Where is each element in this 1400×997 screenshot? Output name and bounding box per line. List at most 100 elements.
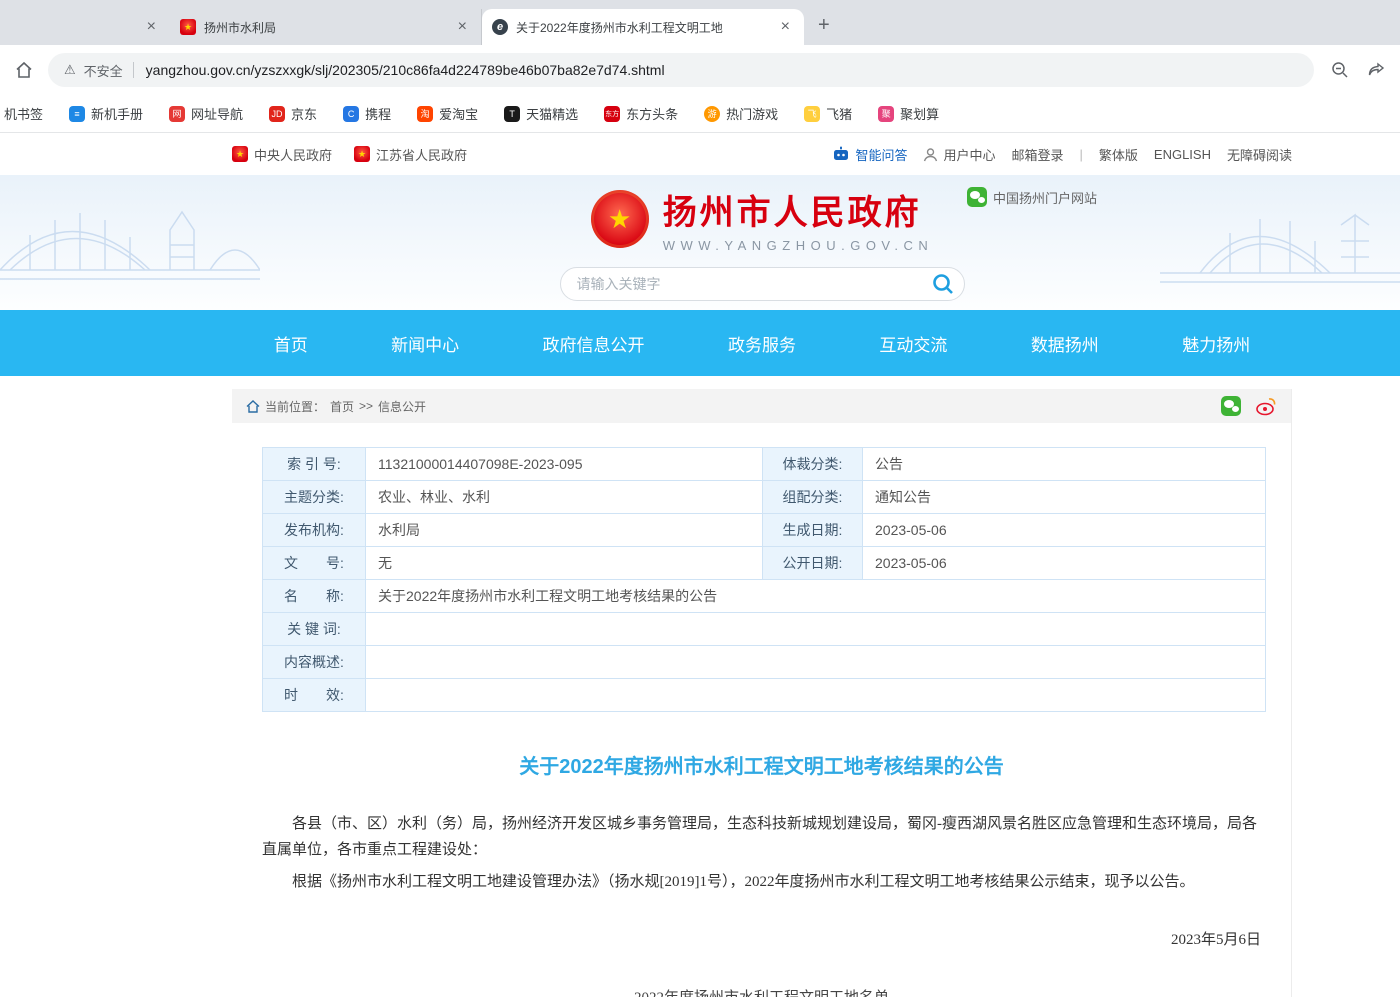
bookmark-item[interactable]: T 天猫精选 bbox=[504, 104, 578, 123]
meta-label: 内容概述: bbox=[263, 646, 366, 679]
table-row: 索 引 号: 11321000014407098E-2023-095 体裁分类:… bbox=[263, 448, 1266, 481]
portal-site-link[interactable]: 中国扬州门户网站 bbox=[967, 187, 1097, 207]
nav-news[interactable]: 新闻中心 bbox=[391, 331, 459, 356]
gov-emblem-icon: ★ bbox=[180, 19, 196, 35]
link-smart-qa[interactable]: 智能问答 bbox=[832, 145, 907, 164]
meta-label: 体裁分类: bbox=[763, 448, 863, 481]
url-text[interactable]: yangzhou.gov.cn/yzszxxgk/slj/202305/210c… bbox=[146, 62, 665, 78]
meta-value: 水利局 bbox=[366, 514, 763, 547]
meta-label: 生成日期: bbox=[763, 514, 863, 547]
meta-label: 发布机构: bbox=[263, 514, 366, 547]
meta-label: 关 键 词: bbox=[263, 613, 366, 646]
meta-label: 索 引 号: bbox=[263, 448, 366, 481]
article-date: 2023年5月6日 bbox=[232, 927, 1261, 953]
url-input[interactable]: ⚠ 不安全 yangzhou.gov.cn/yzszxxgk/slj/20230… bbox=[48, 53, 1314, 87]
meta-label: 组配分类: bbox=[763, 481, 863, 514]
jd-icon: JD bbox=[269, 106, 285, 122]
bookmark-item[interactable]: 聚 聚划算 bbox=[878, 104, 939, 123]
site-url-text: WWW.YANGZHOU.GOV.CN bbox=[663, 238, 934, 253]
site-header-banner: ★ 扬州市人民政府 WWW.YANGZHOU.GOV.CN 中国扬州门户网站 bbox=[0, 175, 1400, 310]
nav-services[interactable]: 政务服务 bbox=[728, 331, 796, 356]
meta-value: 公告 bbox=[863, 448, 1266, 481]
tab-water-bureau[interactable]: ★ 扬州市水利局 × bbox=[170, 9, 482, 45]
nav-charm[interactable]: 魅力扬州 bbox=[1182, 331, 1250, 356]
close-icon[interactable]: × bbox=[454, 17, 471, 37]
nav-home[interactable]: 首页 bbox=[274, 331, 308, 356]
bookmark-item[interactable]: 淘 爱淘宝 bbox=[417, 104, 478, 123]
bookmark-label: 京东 bbox=[291, 104, 317, 123]
robot-icon bbox=[832, 146, 850, 162]
share-weibo-icon[interactable] bbox=[1255, 395, 1277, 417]
new-tab-button[interactable]: + bbox=[818, 14, 830, 37]
breadcrumb-prefix: 当前位置： bbox=[265, 398, 325, 415]
home-icon bbox=[246, 400, 260, 413]
juhuasuan-icon: 聚 bbox=[878, 106, 894, 122]
national-emblem-icon: ★ bbox=[591, 190, 649, 248]
tab-partial[interactable]: × bbox=[0, 9, 170, 45]
link-central-gov[interactable]: ★ 中央人民政府 bbox=[232, 145, 332, 164]
document-meta-table: 索 引 号: 11321000014407098E-2023-095 体裁分类:… bbox=[262, 447, 1266, 712]
tmall-icon: T bbox=[504, 106, 520, 122]
bookmark-label: 网址导航 bbox=[191, 104, 243, 123]
util-link-label: 邮箱登录 bbox=[1011, 145, 1063, 164]
gov-link-label: 江苏省人民政府 bbox=[376, 145, 467, 164]
meta-value bbox=[366, 613, 1266, 646]
meta-label: 文 号: bbox=[263, 547, 366, 580]
zoom-out-icon[interactable] bbox=[1330, 60, 1350, 80]
link-mail-login[interactable]: 邮箱登录 bbox=[1011, 145, 1063, 164]
bookmark-item[interactable]: 东方 东方头条 bbox=[604, 104, 678, 123]
bookmark-item[interactable]: 机书签 bbox=[4, 104, 43, 123]
home-icon[interactable] bbox=[14, 60, 34, 80]
link-user-center[interactable]: 用户中心 bbox=[923, 145, 995, 164]
search-input[interactable] bbox=[560, 267, 965, 301]
breadcrumb: 当前位置： 首页 >> 信息公开 bbox=[232, 389, 1291, 423]
fliggy-icon: 飞 bbox=[804, 106, 820, 122]
nav-gov-info[interactable]: 政府信息公开 bbox=[543, 331, 645, 356]
portal-link-label: 中国扬州门户网站 bbox=[993, 188, 1097, 207]
bridge-artwork-left bbox=[0, 175, 260, 310]
search-icon[interactable] bbox=[931, 272, 955, 296]
breadcrumb-separator: >> bbox=[359, 399, 373, 413]
bookmark-item[interactable]: JD 京东 bbox=[269, 104, 317, 123]
site-favicon-icon: e bbox=[492, 19, 508, 35]
tab-active-announcement[interactable]: e 关于2022年度扬州市水利工程文明工地 × bbox=[482, 9, 804, 45]
bookmark-item[interactable]: C 携程 bbox=[343, 104, 391, 123]
security-label[interactable]: 不安全 bbox=[84, 61, 123, 80]
nav-interaction[interactable]: 互动交流 bbox=[879, 331, 947, 356]
meta-value: 关于2022年度扬州市水利工程文明工地考核结果的公告 bbox=[366, 580, 1266, 613]
bookmark-item[interactable]: 网 网址导航 bbox=[169, 104, 243, 123]
bookmark-label: 爱淘宝 bbox=[439, 104, 478, 123]
gov-emblem-icon: ★ bbox=[354, 146, 370, 162]
meta-label: 公开日期: bbox=[763, 547, 863, 580]
share-icon[interactable] bbox=[1366, 60, 1386, 80]
link-traditional-chinese[interactable]: 繁体版 bbox=[1099, 145, 1138, 164]
gov-emblem-icon: ★ bbox=[232, 146, 248, 162]
link-jiangsu-gov[interactable]: ★ 江苏省人民政府 bbox=[354, 145, 467, 164]
divider: | bbox=[1080, 147, 1083, 162]
meta-value: 无 bbox=[366, 547, 763, 580]
article-paragraph: 各县（市、区）水利（务）局，扬州经济开发区城乡事务管理局，生态科技新城规划建设局… bbox=[262, 811, 1261, 863]
meta-value: 农业、林业、水利 bbox=[366, 481, 763, 514]
table-row: 文 号: 无 公开日期: 2023-05-06 bbox=[263, 547, 1266, 580]
bookmark-label: 飞猪 bbox=[826, 104, 852, 123]
breadcrumb-home-link[interactable]: 首页 bbox=[330, 398, 354, 415]
nav-data[interactable]: 数据扬州 bbox=[1031, 331, 1099, 356]
bookmark-item[interactable]: 飞 飞猪 bbox=[804, 104, 852, 123]
meta-value bbox=[366, 679, 1266, 712]
close-icon[interactable]: × bbox=[143, 17, 160, 37]
bookmark-item[interactable]: 游 热门游戏 bbox=[704, 104, 778, 123]
meta-label: 时 效: bbox=[263, 679, 366, 712]
link-english[interactable]: ENGLISH bbox=[1154, 147, 1211, 162]
page-content: 当前位置： 首页 >> 信息公开 索 引 号: 1132100001440709… bbox=[0, 389, 1400, 997]
close-icon[interactable]: × bbox=[777, 17, 794, 37]
browser-tab-bar: × ★ 扬州市水利局 × e 关于2022年度扬州市水利工程文明工地 × + bbox=[0, 0, 1400, 45]
site-title: 扬州市人民政府 bbox=[663, 185, 934, 234]
share-wechat-icon[interactable] bbox=[1221, 396, 1241, 416]
bookmark-item[interactable]: ≡ 新机手册 bbox=[69, 104, 143, 123]
link-accessibility[interactable]: 无障碍阅读 bbox=[1227, 145, 1292, 164]
user-icon bbox=[923, 147, 938, 162]
manual-icon: ≡ bbox=[69, 106, 85, 122]
bookmark-label: 携程 bbox=[365, 104, 391, 123]
breadcrumb-current-link[interactable]: 信息公开 bbox=[378, 398, 426, 415]
meta-label: 名 称: bbox=[263, 580, 366, 613]
